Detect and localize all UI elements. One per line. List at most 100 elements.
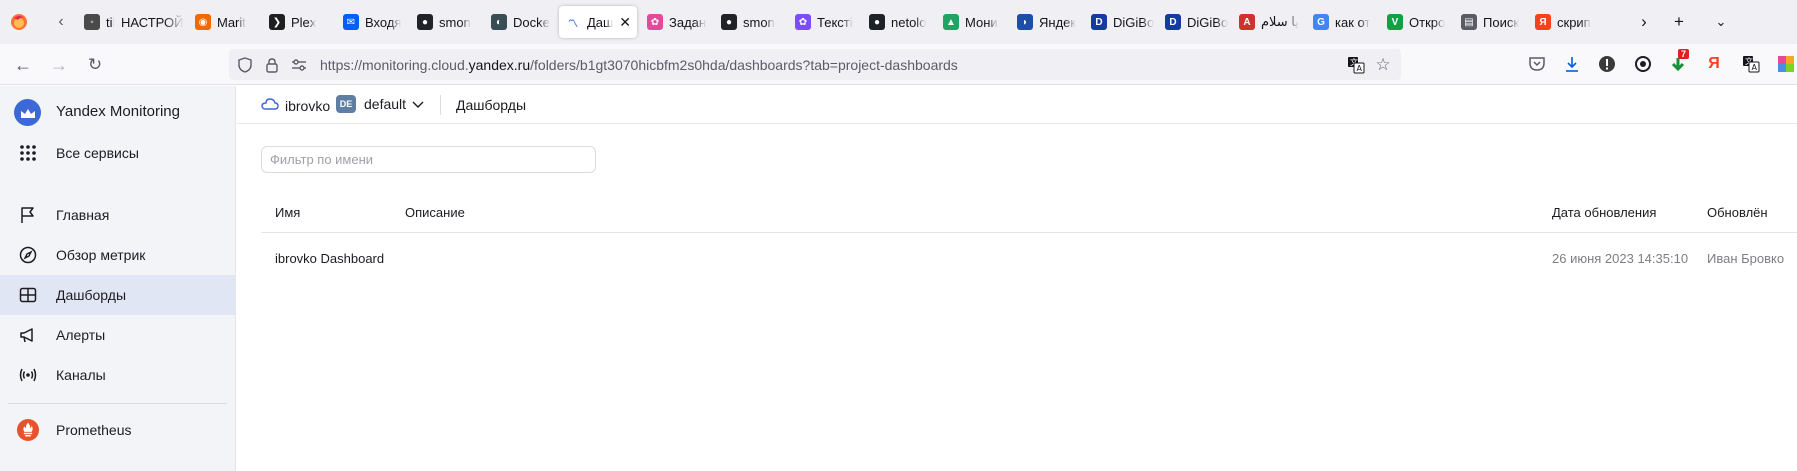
all-services-button[interactable]: Все сервисы: [0, 133, 235, 173]
download-extension-icon[interactable]: 7: [1667, 49, 1690, 75]
tab-title: НАСТРОЙ: [121, 14, 184, 30]
sidebar-item-label: Главная: [56, 207, 110, 223]
section-name: Дашборды: [456, 97, 526, 113]
reload-icon[interactable]: ↻: [83, 53, 107, 77]
sidebar-item-home[interactable]: Главная: [0, 195, 235, 235]
browser-tab[interactable]: ● smon: [411, 6, 481, 38]
back-icon[interactable]: ←: [11, 53, 35, 77]
browser-tab[interactable]: ● smon: [715, 6, 785, 38]
breadcrumb-cloud[interactable]: ibrovko: [261, 97, 330, 114]
tab-title: Даш: [587, 14, 614, 30]
brand-name: Yandex Monitoring: [56, 103, 180, 120]
browser-tab[interactable]: ▤ Поиск: [1455, 6, 1525, 38]
cloud-name: ibrovko: [285, 97, 331, 114]
brand[interactable]: Yandex Monitoring: [0, 86, 235, 139]
tab-title: Тексті: [817, 14, 853, 30]
browser-tab[interactable]: Яскрип: [1529, 6, 1599, 38]
forward-icon[interactable]: →: [47, 53, 71, 77]
sidebar-item-label: Алерты: [56, 327, 106, 343]
address-bar[interactable]: https://monitoring.cloud.yandex.ru/folde…: [229, 49, 1401, 80]
tab-title: smon: [743, 14, 775, 30]
permissions-icon[interactable]: [289, 55, 309, 75]
browser-tab[interactable]: ✿ Задан: [641, 6, 711, 38]
breadcrumb: ibrovko DE default Дашборды: [236, 86, 1797, 124]
breadcrumb-section[interactable]: Дашборды: [456, 97, 526, 113]
column-header-name[interactable]: Имя: [275, 205, 300, 220]
tab-title: Мони: [965, 14, 998, 30]
tab-favicon-icon: ✉: [343, 14, 359, 30]
tab-favicon-icon: ◦: [84, 14, 100, 30]
breadcrumb-folder[interactable]: DE default: [336, 95, 424, 113]
compass-icon: [17, 244, 39, 266]
browser-tab[interactable]: ◦ tik U: [78, 6, 114, 38]
browser-tab[interactable]: ✿ Тексті: [789, 6, 859, 38]
browser-tab[interactable]: ◗ Яндек: [1011, 6, 1081, 38]
close-tab-icon[interactable]: ✕: [619, 14, 631, 31]
tab-favicon-icon: ●: [721, 14, 737, 30]
tab-title: DiGiBo: [1187, 14, 1229, 30]
translator-extension-icon[interactable]: 文A: [1740, 53, 1762, 75]
download-count-badge: 7: [1678, 49, 1690, 59]
browser-tab[interactable]: V Откро: [1381, 6, 1451, 38]
browser-tab[interactable]: ❯ Plex: [263, 6, 333, 38]
navigation-toolbar: ← → ↻ https://monitoring.cloud.yandex.ru…: [0, 44, 1797, 85]
browser-tab[interactable]: ▲ Мони: [937, 6, 1007, 38]
tab-title: Входя: [365, 14, 402, 30]
tab-favicon-icon: ✿: [795, 14, 811, 30]
tabs-scroll-left-icon[interactable]: ‹: [50, 11, 72, 33]
column-header-updated-by[interactable]: Обновлён: [1707, 205, 1768, 220]
dashboard-updated-by: Иван Бровко: [1707, 251, 1785, 266]
info-extension-icon[interactable]: [1596, 53, 1618, 75]
downloads-icon[interactable]: [1561, 53, 1583, 75]
browser-tab[interactable]: ● netolo: [863, 6, 933, 38]
sidebar-item-label: Каналы: [56, 367, 106, 383]
bookmark-star-icon[interactable]: ☆: [1373, 55, 1393, 75]
tab-favicon-icon: 〽: [565, 14, 581, 30]
browser-tab[interactable]: 〽 Даш ✕: [559, 6, 637, 38]
tab-strip: ‹ ◦ tik U НАСТРОЙ ◉ Marit ❯ Plex ✉ Входя ● smon ◐ Do…: [0, 0, 1797, 44]
tab-favicon-icon: ▤: [1461, 14, 1477, 30]
broadcast-icon: [17, 364, 39, 386]
yandex-extension-icon[interactable]: Я: [1703, 53, 1725, 75]
tab-favicon-icon: D: [1165, 14, 1181, 30]
sync-extension-icon[interactable]: [1632, 53, 1654, 75]
tab-favicon-icon: A: [1239, 14, 1255, 30]
sidebar-item-label: Prometheus: [56, 422, 132, 438]
translate-icon[interactable]: 文A: [1346, 55, 1366, 75]
browser-tab[interactable]: D DiGiBo: [1085, 6, 1155, 38]
tab-favicon-icon: ✿: [647, 14, 663, 30]
list-all-tabs-icon[interactable]: ⌄: [1710, 11, 1732, 33]
tab-favicon-icon: ▲: [943, 14, 959, 30]
tab-favicon-icon: D: [1091, 14, 1107, 30]
shield-icon[interactable]: [235, 55, 255, 75]
colorful-extension-icon[interactable]: [1775, 53, 1797, 75]
lock-icon[interactable]: [262, 55, 282, 75]
column-header-updated-at[interactable]: Дата обновления: [1552, 205, 1656, 220]
browser-tab[interactable]: ◉ Marit: [189, 6, 259, 38]
firefox-icon[interactable]: [8, 11, 30, 33]
sidebar-item-channels[interactable]: Каналы: [0, 355, 235, 395]
column-header-description[interactable]: Описание: [405, 205, 465, 220]
dashboard-name-link[interactable]: ibrovko Dashboard: [275, 251, 384, 266]
browser-tab[interactable]: D DiGiBo: [1159, 6, 1229, 38]
name-filter-input[interactable]: [261, 146, 596, 173]
tab-title: یا سلام: [1261, 14, 1299, 29]
browser-tab[interactable]: ◐ Docke: [485, 6, 555, 38]
browser-tab[interactable]: A یا سلام: [1233, 6, 1303, 38]
sidebar-item-metrics[interactable]: Обзор метрик: [0, 235, 235, 275]
sidebar-item-prometheus[interactable]: Prometheus: [0, 410, 235, 450]
tab-favicon-icon: V: [1387, 14, 1403, 30]
main-content: ibrovko DE default Дашборды Имя Описание…: [236, 86, 1797, 471]
browser-tab[interactable]: НАСТРОЙ: [115, 6, 185, 38]
browser-tab[interactable]: Gкак от: [1307, 6, 1377, 38]
tab-title: как от: [1335, 14, 1371, 30]
browser-tab[interactable]: ✉ Входя: [337, 6, 407, 38]
pocket-icon[interactable]: [1526, 53, 1548, 75]
sidebar-item-alerts[interactable]: Алерты: [0, 315, 235, 355]
sidebar-item-dashboards[interactable]: Дашборды: [0, 275, 235, 315]
new-tab-icon[interactable]: +: [1668, 11, 1690, 33]
tabs-scroll-right-icon[interactable]: ›: [1633, 11, 1655, 33]
sidebar-divider: [8, 403, 227, 404]
url-text[interactable]: https://monitoring.cloud.yandex.ru/folde…: [320, 57, 958, 73]
tab-title: скрип: [1557, 14, 1591, 30]
